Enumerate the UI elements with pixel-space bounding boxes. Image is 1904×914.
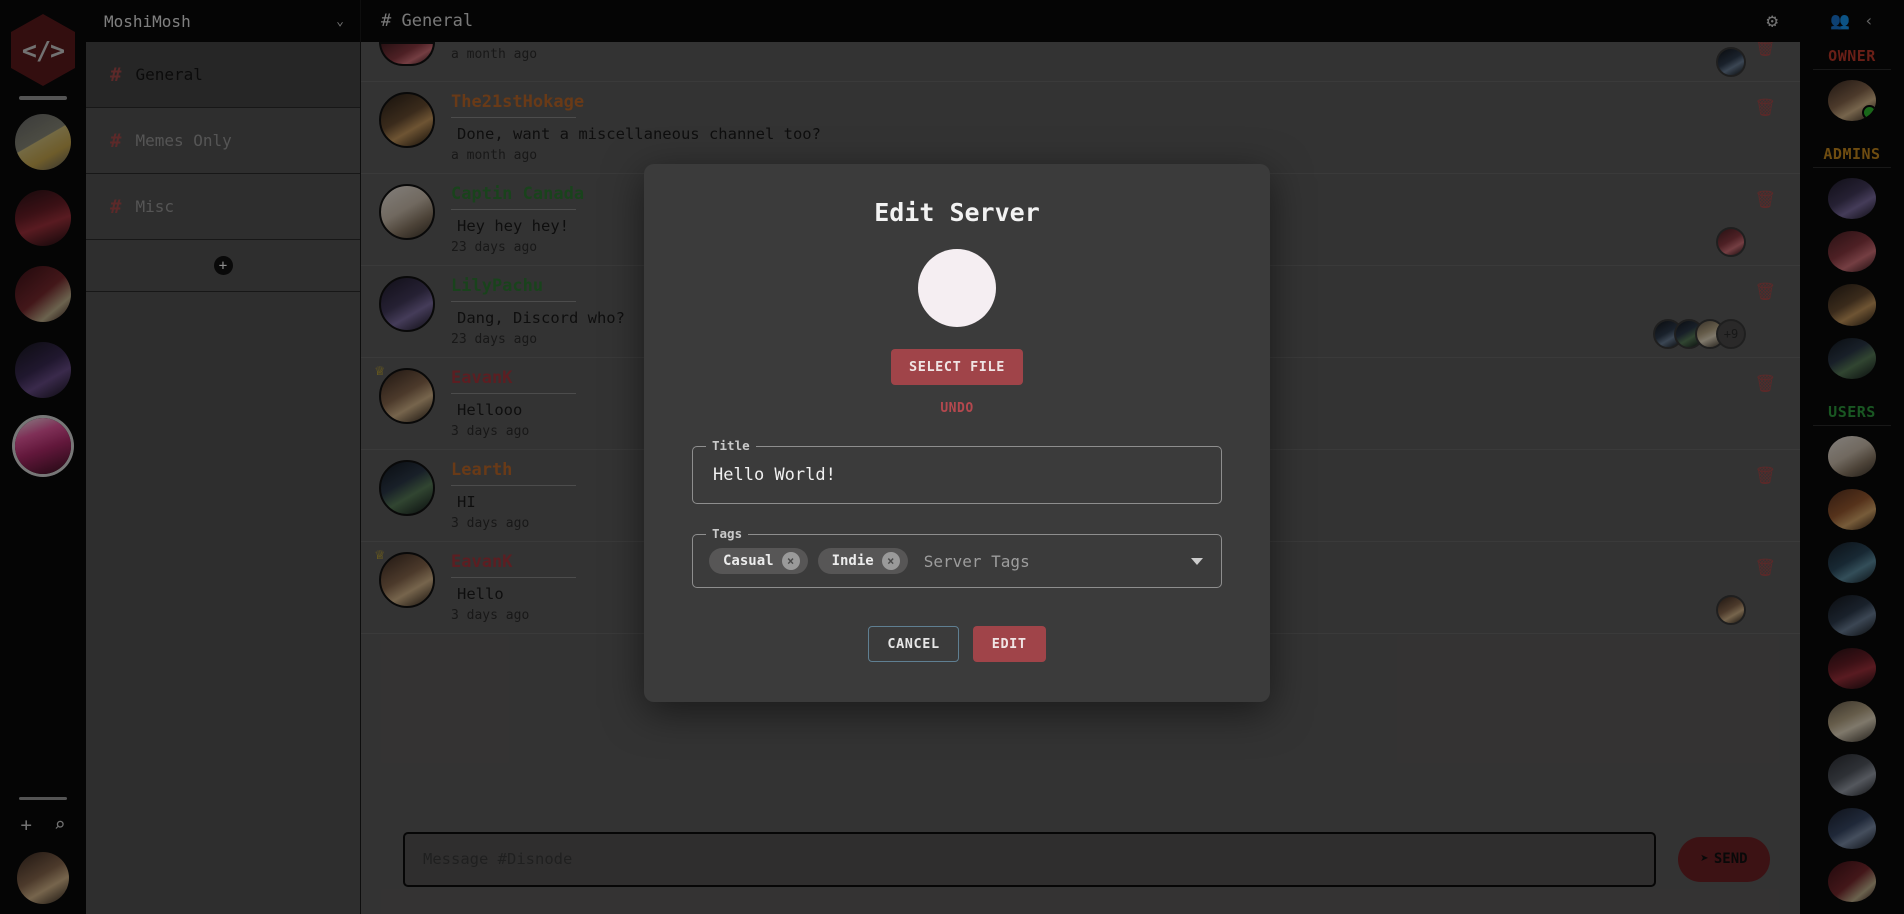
modal-actions: CANCEL EDIT — [692, 626, 1222, 662]
edit-button[interactable]: EDIT — [972, 626, 1046, 662]
dropdown-caret-icon[interactable] — [1191, 557, 1203, 565]
modal-title: Edit Server — [874, 198, 1040, 227]
title-field-legend: Title — [706, 438, 756, 453]
tags-field-legend: Tags — [706, 526, 749, 541]
undo-button[interactable]: UNDO — [940, 401, 973, 416]
cancel-button[interactable]: CANCEL — [868, 626, 959, 662]
remove-tag-icon[interactable]: × — [781, 552, 800, 570]
title-input[interactable] — [709, 465, 1205, 485]
tag-chip-indie[interactable]: Indie × — [817, 548, 908, 574]
edit-server-modal: Edit Server SELECT FILE UNDO Title Tags … — [644, 164, 1270, 702]
server-avatar-preview — [918, 249, 996, 327]
app-root: </> + ⌕ MoshiMosh ⌄ # General # Memes On — [0, 0, 1904, 914]
title-field: Title — [692, 438, 1222, 504]
tags-placeholder[interactable]: Server Tags — [918, 552, 1181, 571]
remove-tag-icon[interactable]: × — [881, 552, 900, 570]
tag-chip-label: Casual — [723, 553, 774, 569]
tag-chip-label: Indie — [831, 553, 874, 569]
select-file-button[interactable]: SELECT FILE — [890, 349, 1023, 385]
tags-field[interactable]: Tags Casual × Indie × Server Tags — [692, 526, 1222, 588]
tag-chip-casual[interactable]: Casual × — [709, 548, 808, 574]
